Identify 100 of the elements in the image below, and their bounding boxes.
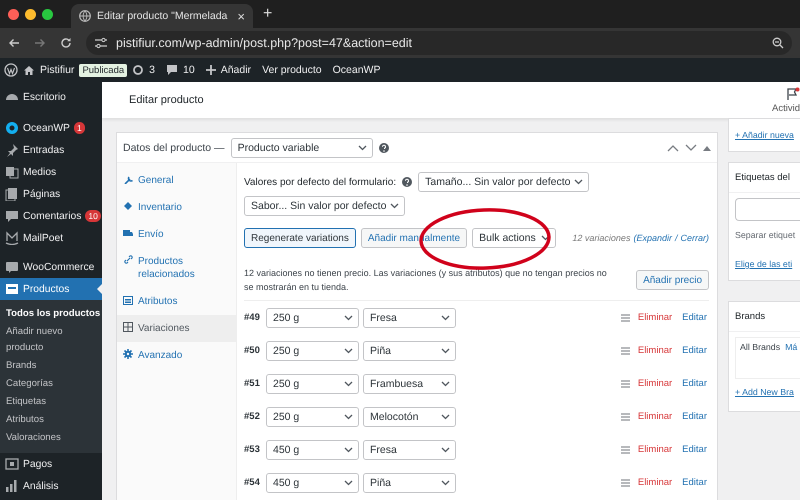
sync-icon[interactable] bbox=[132, 64, 144, 76]
chevron-up-icon[interactable] bbox=[667, 144, 679, 152]
delete-link[interactable]: Eliminar bbox=[638, 345, 672, 356]
flavor-dropdown[interactable]: Fresa bbox=[363, 440, 456, 460]
size-dropdown[interactable]: 450 g bbox=[266, 472, 359, 492]
edit-link[interactable]: Editar bbox=[682, 444, 707, 455]
product-data-tab[interactable]: General bbox=[117, 167, 236, 194]
size-dropdown[interactable]: 250 g bbox=[266, 308, 359, 328]
chevron-down-icon[interactable] bbox=[685, 144, 697, 152]
sidebar-menu-item[interactable]: Páginas bbox=[0, 183, 102, 205]
product-type-dropdown[interactable]: Producto variable bbox=[230, 138, 373, 158]
chevron-down-icon bbox=[441, 380, 450, 386]
delete-link[interactable]: Eliminar bbox=[638, 411, 672, 422]
toolbar-link[interactable]: Ver producto bbox=[262, 64, 322, 76]
delete-link[interactable]: Eliminar bbox=[638, 312, 672, 323]
product-data-tab[interactable]: Variaciones bbox=[117, 315, 236, 342]
sidebar-menu-item[interactable]: WooCommerce bbox=[0, 256, 102, 278]
delete-link[interactable]: Eliminar bbox=[638, 477, 672, 488]
toolbar-link[interactable]: OceanWP bbox=[332, 64, 380, 76]
bulk-actions-dropdown[interactable]: Bulk actions bbox=[472, 228, 556, 248]
submenu-item[interactable]: Atributos bbox=[6, 411, 102, 429]
edit-link[interactable]: Editar bbox=[682, 345, 707, 356]
plus-icon[interactable] bbox=[206, 65, 216, 75]
home-icon[interactable] bbox=[23, 64, 35, 76]
submenu-item[interactable]: Añadir nuevo producto bbox=[6, 323, 102, 357]
size-dropdown[interactable]: 450 g bbox=[266, 440, 359, 460]
chevron-down-icon bbox=[390, 203, 400, 209]
sidebar-menu-item[interactable]: OceanWP 1 bbox=[0, 117, 102, 139]
drag-handle-icon[interactable] bbox=[620, 346, 630, 354]
sidebar-menu-item[interactable]: Comentarios 10 bbox=[0, 205, 102, 227]
brand-tab[interactable]: Má bbox=[785, 342, 798, 356]
submenu-item[interactable]: Todos los productos bbox=[6, 305, 102, 323]
size-dropdown[interactable]: 250 g bbox=[266, 406, 359, 426]
size-dropdown[interactable]: 250 g bbox=[266, 340, 359, 360]
new-tab-button[interactable]: + bbox=[263, 5, 272, 23]
sidebar-menu-item[interactable]: Productos bbox=[0, 278, 102, 300]
tag-input-field[interactable] bbox=[735, 198, 800, 221]
sidebar-menu-item[interactable]: Análisis bbox=[0, 475, 102, 497]
add-new-link[interactable]: Añadir bbox=[220, 64, 252, 76]
collapse-triangle-icon[interactable] bbox=[703, 144, 711, 150]
default-value-dropdown[interactable]: Tamaño... Sin valor por defecto bbox=[418, 172, 590, 192]
collapse-link[interactable]: Cerrar) bbox=[680, 233, 709, 243]
sidebar-menu-item[interactable]: Pagos bbox=[0, 453, 102, 475]
add-new-link[interactable]: + Añadir nueva bbox=[735, 130, 794, 140]
edit-link[interactable]: Editar bbox=[682, 477, 707, 488]
drag-handle-icon[interactable] bbox=[620, 380, 630, 388]
close-tab-button[interactable]: × bbox=[237, 8, 245, 24]
flavor-dropdown[interactable]: Frambuesa bbox=[363, 374, 456, 394]
default-value-dropdown[interactable]: Sabor... Sin valor por defecto bbox=[244, 196, 406, 216]
bar-chart-icon bbox=[5, 479, 19, 493]
add-price-button[interactable]: Añadir precio bbox=[636, 270, 709, 290]
window-control-icon[interactable] bbox=[25, 8, 36, 20]
activity-label[interactable]: Activid bbox=[772, 102, 800, 114]
delete-link[interactable]: Eliminar bbox=[638, 444, 672, 455]
forward-icon[interactable] bbox=[34, 38, 46, 48]
reload-icon[interactable] bbox=[60, 37, 72, 49]
drag-handle-icon[interactable] bbox=[620, 478, 630, 486]
edit-link[interactable]: Editar bbox=[682, 411, 707, 422]
add-brand-link[interactable]: + Add New Bra bbox=[735, 387, 800, 397]
flavor-dropdown[interactable]: Piña bbox=[363, 340, 456, 360]
chevron-down-icon bbox=[344, 480, 353, 486]
chevron-down-icon bbox=[441, 348, 450, 354]
product-data-tab[interactable]: Avanzado bbox=[117, 342, 236, 369]
back-icon[interactable] bbox=[8, 38, 20, 48]
sidebar-menu-item[interactable]: Entradas bbox=[0, 139, 102, 161]
product-data-tab[interactable]: Inventario bbox=[117, 194, 236, 221]
size-dropdown[interactable]: 250 g bbox=[266, 374, 359, 394]
drag-handle-icon[interactable] bbox=[620, 412, 630, 420]
flavor-dropdown[interactable]: Melocotón bbox=[363, 406, 456, 426]
drag-handle-icon[interactable] bbox=[620, 314, 630, 322]
product-data-tab[interactable]: Atributos bbox=[117, 288, 236, 315]
sidebar-menu-item[interactable]: Medios bbox=[0, 161, 102, 183]
address-bar[interactable]: pistifiur.com/wp-admin/post.php?post=47&action=edit bbox=[86, 31, 792, 55]
site-name-link[interactable]: Pistifiur bbox=[40, 64, 74, 76]
window-control-icon[interactable] bbox=[42, 8, 53, 20]
flavor-dropdown[interactable]: Piña bbox=[363, 472, 456, 492]
browser-tab[interactable]: Editar producto "Mermelada × bbox=[71, 4, 253, 28]
zoom-out-icon[interactable] bbox=[772, 37, 784, 49]
submenu-item[interactable]: Valoraciones bbox=[6, 429, 102, 447]
submenu-item[interactable]: Brands bbox=[6, 357, 102, 375]
flavor-dropdown[interactable]: Fresa bbox=[363, 308, 456, 328]
site-settings-icon bbox=[94, 37, 108, 49]
window-control-icon[interactable] bbox=[8, 8, 19, 20]
delete-link[interactable]: Eliminar bbox=[638, 378, 672, 389]
sidebar-menu-item[interactable]: Escritorio bbox=[0, 86, 102, 108]
comment-icon[interactable] bbox=[166, 64, 178, 76]
product-data-tab[interactable]: Productos relacionados bbox=[117, 248, 236, 288]
expand-link[interactable]: (Expandir bbox=[633, 233, 672, 243]
submenu-item[interactable]: Etiquetas bbox=[6, 393, 102, 411]
edit-link[interactable]: Editar bbox=[682, 312, 707, 323]
wordpress-logo-icon[interactable] bbox=[4, 63, 18, 77]
edit-link[interactable]: Editar bbox=[682, 378, 707, 389]
drag-handle-icon[interactable] bbox=[620, 446, 630, 454]
flag-icon[interactable] bbox=[786, 86, 800, 100]
comment-icon bbox=[5, 209, 19, 223]
regenerate-button[interactable]: Regenerate variations bbox=[244, 228, 356, 248]
product-data-tab[interactable]: Envío bbox=[117, 221, 236, 248]
choose-tags-link[interactable]: Elige de las eti bbox=[735, 259, 792, 269]
submenu-item[interactable]: Categorías bbox=[6, 375, 102, 393]
sidebar-menu-item[interactable]: MailPoet bbox=[0, 227, 102, 249]
